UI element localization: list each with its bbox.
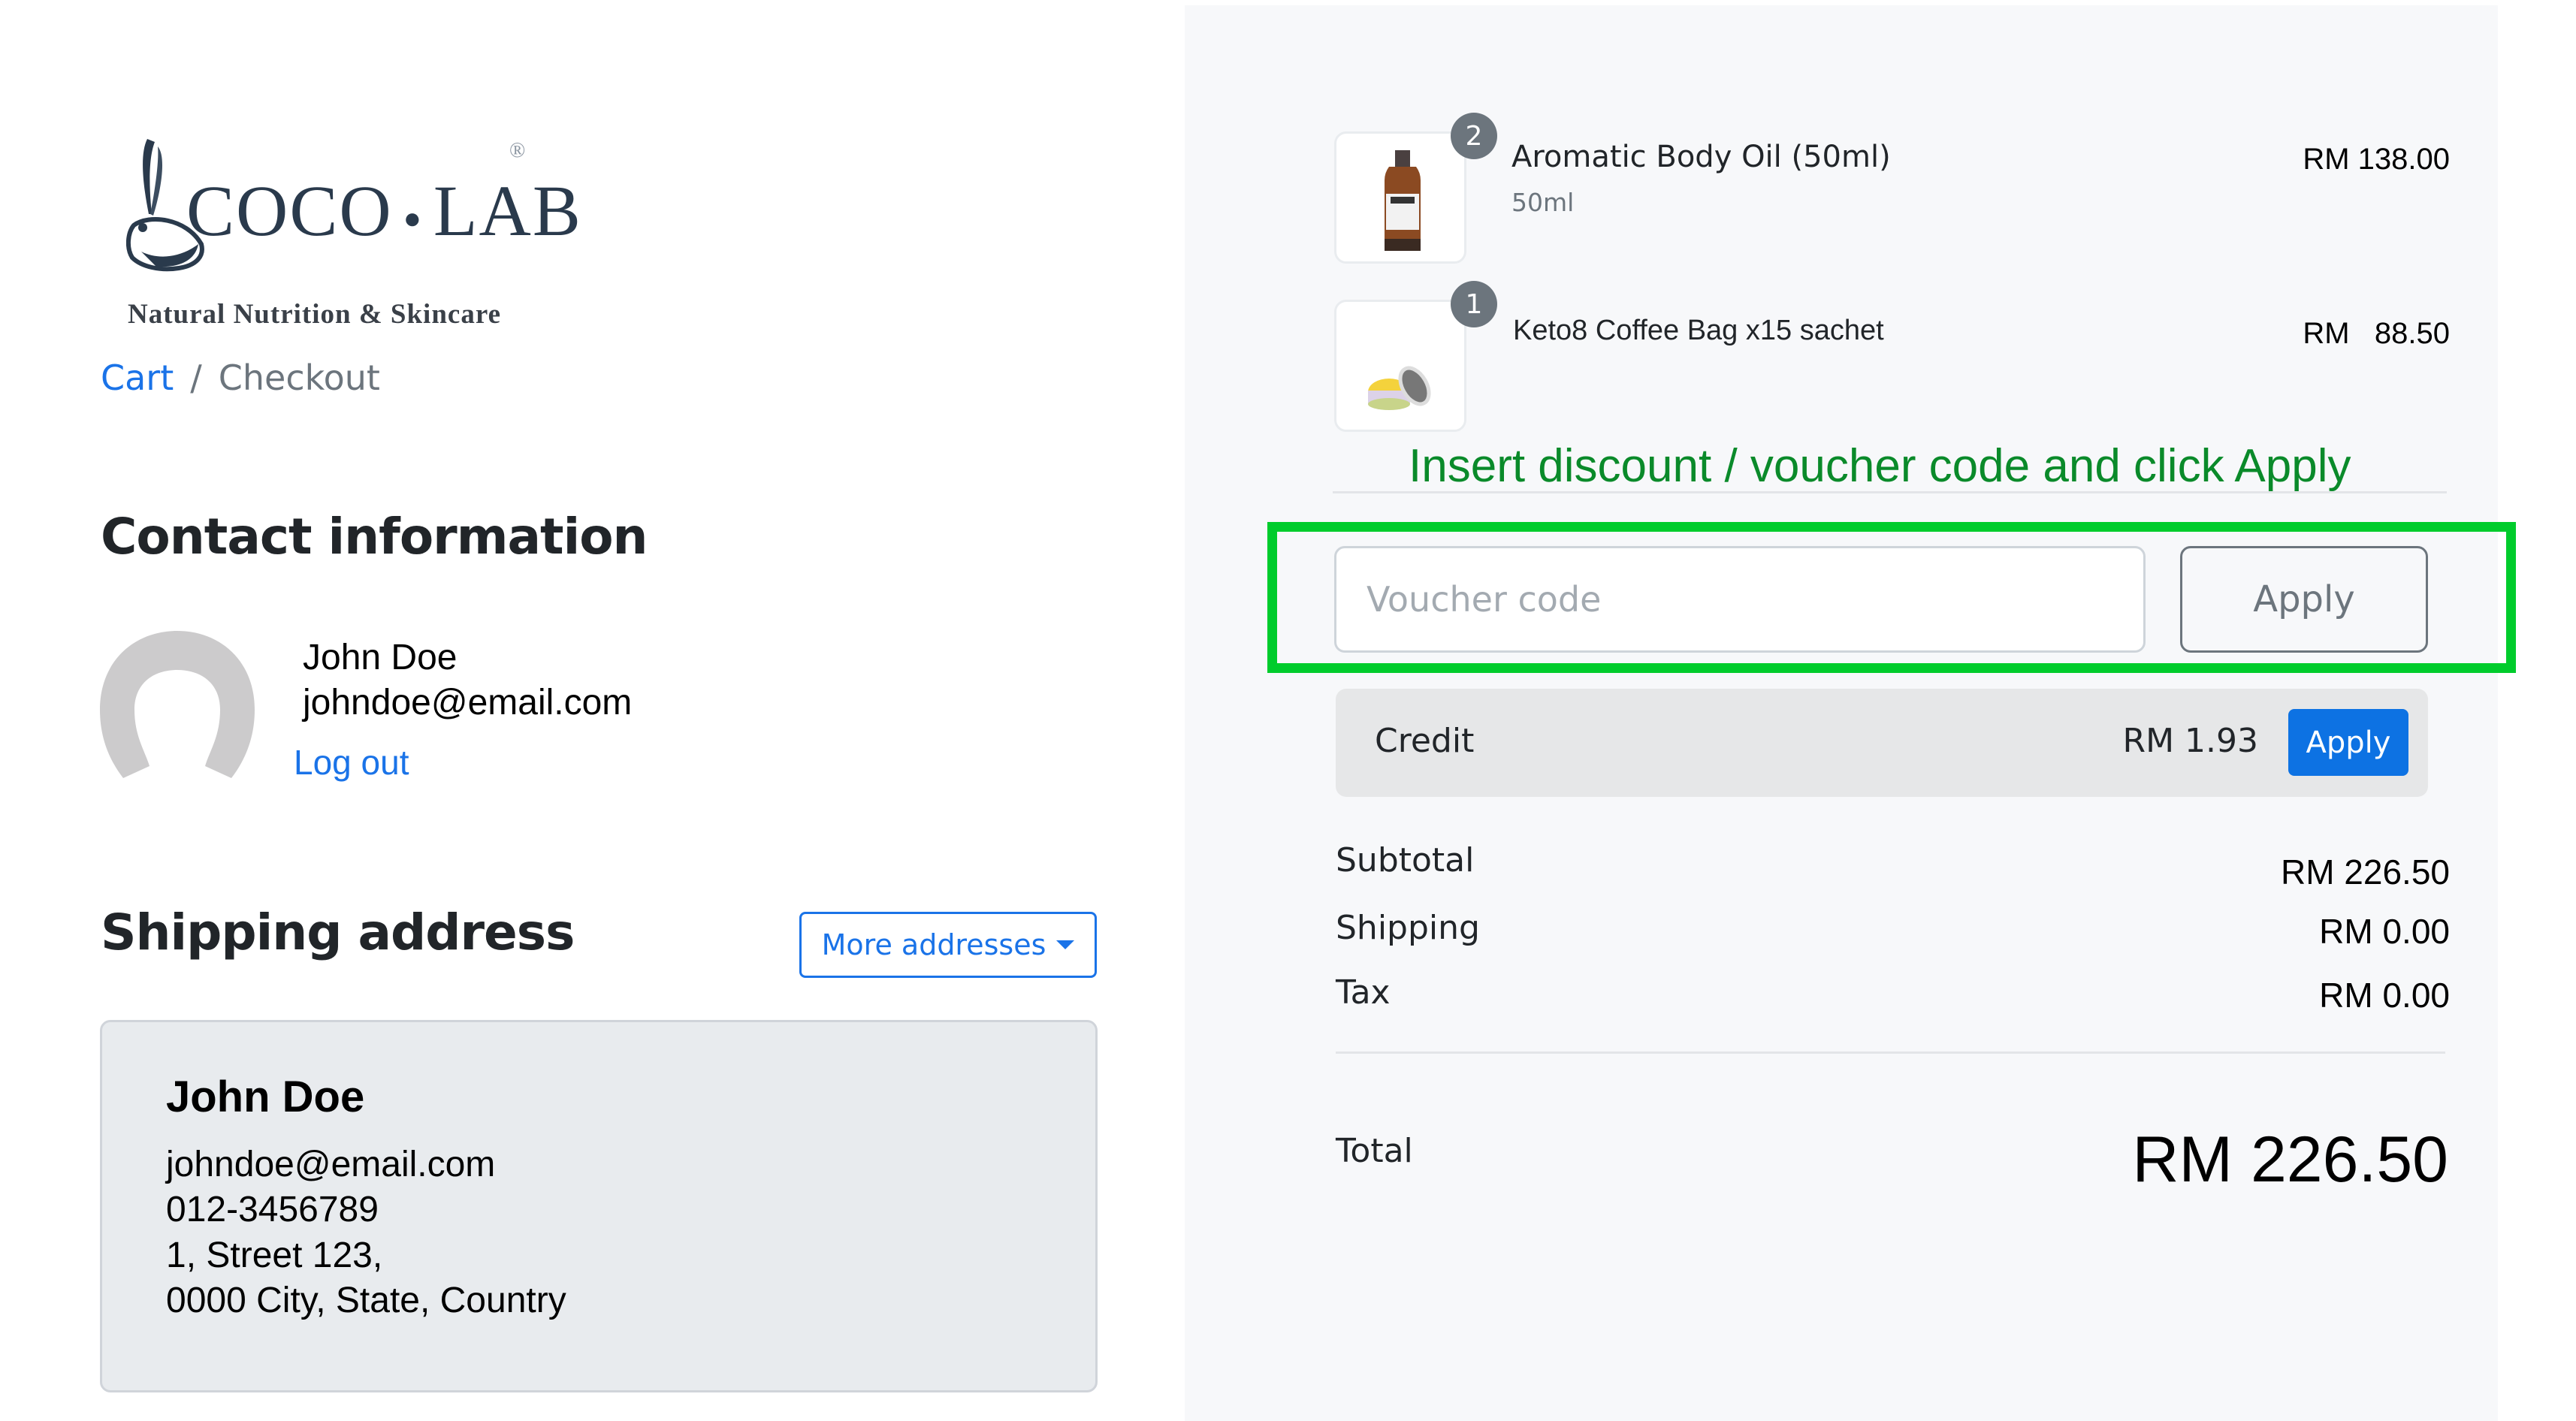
contact-information-heading: Contact information — [101, 508, 648, 566]
address-phone: 012-3456789 — [166, 1190, 379, 1229]
breadcrumb-current: Checkout — [218, 358, 380, 398]
voucher-apply-button[interactable]: Apply — [2180, 546, 2428, 653]
quantity-badge: 2 — [1451, 113, 1497, 159]
brand-tagline: Natural Nutrition & Skincare — [128, 299, 502, 330]
voucher-code-input[interactable] — [1334, 546, 2146, 653]
shipping-value: RM 0.00 — [2319, 912, 2450, 951]
more-addresses-dropdown[interactable]: More addresses — [799, 912, 1097, 978]
tax-value: RM 0.00 — [2319, 976, 2450, 1015]
brand-logo[interactable]: COCO ● LAB ® Natural Nutrition & Skincare — [126, 131, 581, 342]
address-email: johndoe@email.com — [166, 1145, 496, 1184]
more-addresses-label: More addresses — [821, 928, 1046, 961]
product-thumbnail — [1334, 300, 1466, 432]
quantity-badge: 1 — [1451, 281, 1497, 327]
amber-bottle-image-icon — [1385, 150, 1421, 251]
registered-mark: ® — [509, 139, 526, 162]
address-line-1: 1, Street 123, — [166, 1235, 383, 1275]
divider — [1336, 1051, 2445, 1054]
subtotal-label: Subtotal — [1336, 841, 1475, 879]
logout-link[interactable]: Log out — [294, 742, 409, 783]
caret-down-icon — [1056, 940, 1075, 949]
order-item: 1 — [1334, 281, 1497, 432]
shipping-address-heading: Shipping address — [101, 904, 575, 961]
item-price: RM 88.50 — [2303, 317, 2450, 350]
brand-name: COCO ● LAB — [186, 170, 582, 251]
address-name: John Doe — [166, 1073, 365, 1121]
tax-label: Tax — [1336, 973, 1391, 1012]
credit-row: Credit RM 1.93 Apply — [1336, 689, 2428, 797]
total-value: RM 226.50 — [2132, 1124, 2448, 1196]
credit-label: Credit — [1375, 722, 1475, 760]
item-name: Keto8 Coffee Bag x15 sachet — [1513, 315, 1884, 346]
contact-email: johndoe@email.com — [303, 683, 633, 723]
item-price: RM 138.00 — [2303, 143, 2450, 176]
order-item: 2 — [1334, 113, 1497, 264]
open-jar-image-icon — [1368, 366, 1431, 410]
credit-amount: RM 1.93 — [2122, 722, 2259, 760]
voucher-instruction-annotation: Insert discount / voucher code and click… — [1409, 440, 2351, 492]
item-name: Aromatic Body Oil (50ml) — [1511, 140, 1891, 174]
address-line-2: 0000 City, State, Country — [166, 1281, 566, 1320]
item-variant: 50ml — [1511, 188, 1575, 217]
credit-apply-button[interactable]: Apply — [2288, 709, 2408, 776]
product-thumbnail — [1334, 131, 1466, 264]
breadcrumb-cart-link[interactable]: Cart — [101, 358, 174, 398]
contact-name: John Doe — [303, 638, 458, 677]
breadcrumb: Cart / Checkout — [101, 358, 380, 398]
divider — [1333, 491, 2447, 493]
subtotal-value: RM 226.50 — [2280, 852, 2450, 892]
shipping-label: Shipping — [1336, 909, 1480, 947]
breadcrumb-separator: / — [190, 358, 202, 398]
total-label: Total — [1336, 1132, 1413, 1170]
user-avatar-placeholder-icon — [100, 631, 255, 778]
shipping-address-card[interactable]: John Doe johndoe@email.com 012-3456789 1… — [100, 1020, 1098, 1392]
